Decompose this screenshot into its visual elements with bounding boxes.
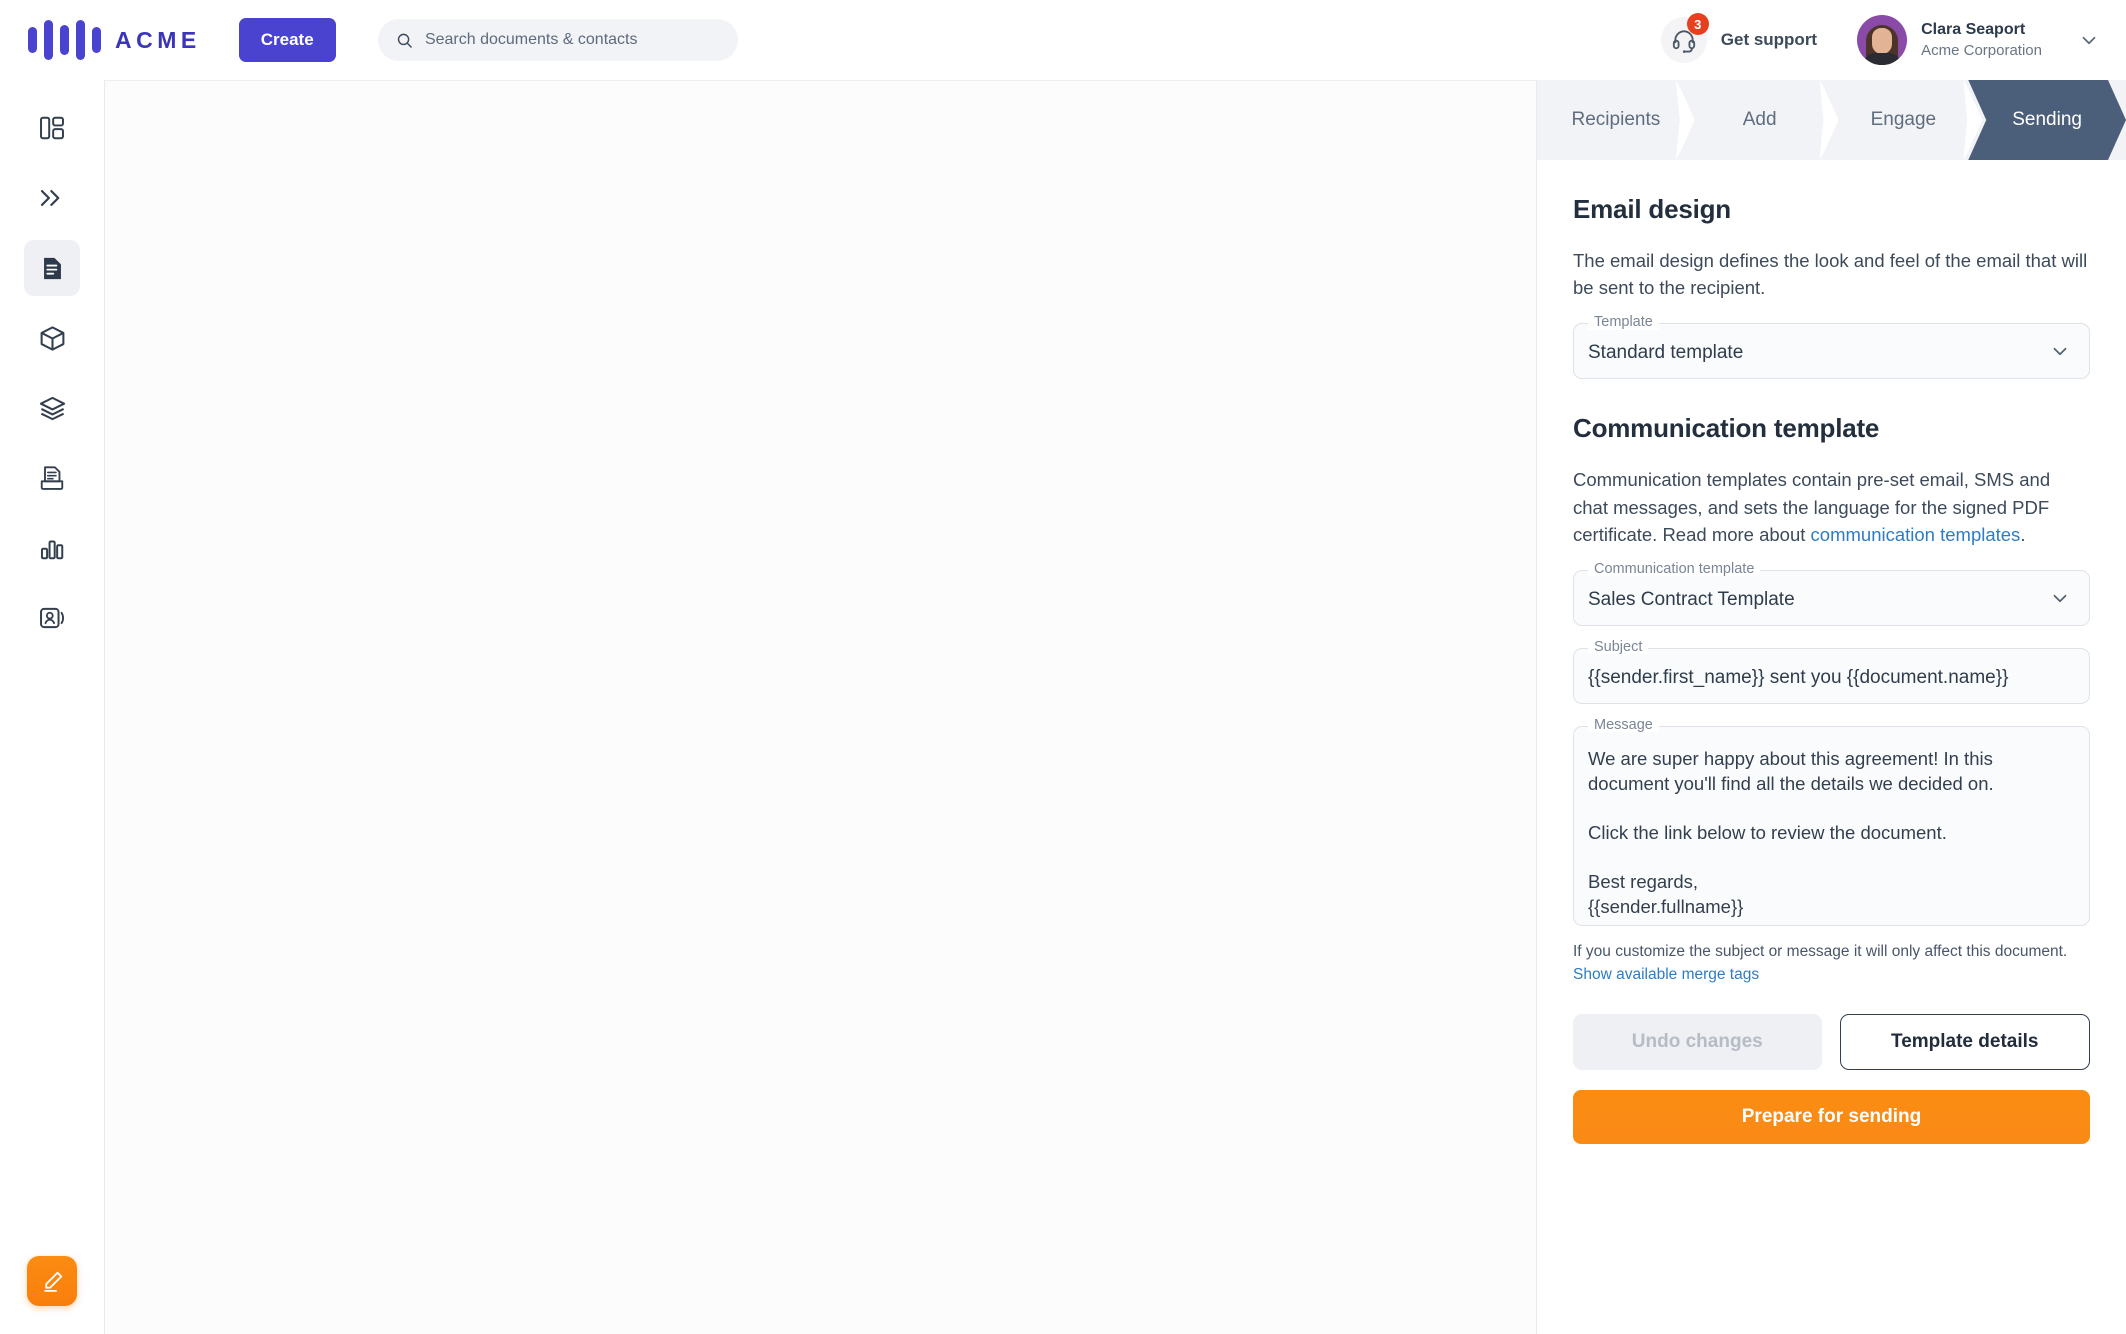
sidebar-item-dashboard[interactable] xyxy=(24,100,80,156)
left-sidebar xyxy=(0,80,105,1334)
sidebar-item-reports[interactable] xyxy=(24,520,80,576)
customize-hint: If you customize the subject or message … xyxy=(1573,940,2090,987)
chevron-down-icon xyxy=(2082,36,2096,45)
step-sending[interactable]: Sending xyxy=(1968,80,2126,160)
contacts-icon xyxy=(40,607,65,629)
template-select-value: Standard template xyxy=(1588,342,1744,364)
chevron-down-icon xyxy=(2053,348,2067,356)
create-button[interactable]: Create xyxy=(238,18,336,62)
document-icon xyxy=(43,257,61,279)
email-design-description: The email design defines the look and fe… xyxy=(1573,250,2088,299)
undo-changes-button[interactable]: Undo changes xyxy=(1573,1014,1822,1071)
step-add-label: Add xyxy=(1742,109,1777,130)
edit-fab-button[interactable] xyxy=(27,1256,77,1306)
layers-icon xyxy=(39,396,65,420)
document-canvas xyxy=(105,80,1536,1334)
subject-field-label: Subject xyxy=(1588,640,1649,655)
dashboard-icon xyxy=(40,116,64,140)
logo-wordmark: ACME xyxy=(115,26,201,53)
prepare-for-sending-button[interactable]: Prepare for sending xyxy=(1573,1090,2090,1145)
message-field[interactable]: Message We are super happy about this ag… xyxy=(1573,718,2090,926)
message-field-value[interactable]: We are super happy about this agreement!… xyxy=(1588,747,2071,919)
secondary-actions: Undo changes Template details xyxy=(1573,1014,2090,1071)
package-box-icon xyxy=(40,325,64,351)
communication-template-select-label: Communication template xyxy=(1588,562,1761,577)
bar-chart-icon xyxy=(40,540,64,560)
pencil-edit-icon xyxy=(43,1271,62,1292)
communication-template-select-value: Sales Contract Template xyxy=(1588,588,1795,610)
sidebar-item-package[interactable] xyxy=(24,310,80,366)
top-bar: ACME Create 3 Get support xyxy=(0,0,2126,80)
subject-field[interactable]: Subject {{sender.first_name}} sent you {… xyxy=(1573,640,2090,704)
step-engage-label: Engage xyxy=(1870,109,1937,130)
user-menu-toggle[interactable] xyxy=(2078,29,2100,51)
sidebar-item-layers[interactable] xyxy=(24,380,80,436)
sending-panel: Recipients Add Engage Sending Email desi… xyxy=(1536,80,2126,1334)
search-icon xyxy=(397,33,412,48)
inbox-icon xyxy=(40,466,64,490)
communication-template-description: Communication templates contain pre-set … xyxy=(1573,466,2090,548)
acme-logo[interactable]: ACME xyxy=(28,18,201,62)
template-details-button[interactable]: Template details xyxy=(1839,1014,2090,1071)
panel-content: Email design The email design defines th… xyxy=(1537,160,2126,1334)
sidebar-item-contacts[interactable] xyxy=(24,590,80,646)
customize-hint-text: If you customize the subject or message … xyxy=(1573,942,2068,960)
communication-templates-link[interactable]: communication templates xyxy=(1811,524,2021,545)
support-badge: 3 xyxy=(1686,13,1709,35)
chevron-down-icon xyxy=(2053,594,2067,603)
communication-template-select[interactable]: Communication template Sales Contract Te… xyxy=(1573,562,2090,626)
support-label: Get support xyxy=(1720,30,1818,49)
step-recipients-label: Recipients xyxy=(1571,109,1661,130)
topbar-right-group: 3 Get support Clara Seaport Acme Corpora… xyxy=(1660,13,2126,65)
search-input[interactable] xyxy=(424,31,720,49)
template-select-label: Template xyxy=(1588,315,1659,330)
avatar xyxy=(1857,15,1908,65)
message-field-label: Message xyxy=(1588,718,1659,733)
sidebar-item-workflow[interactable] xyxy=(24,170,80,226)
support-icon-wrapper: 3 xyxy=(1660,13,1709,63)
step-navigation: Recipients Add Engage Sending xyxy=(1537,80,2126,160)
user-name: Clara Seaport xyxy=(1921,21,2026,39)
user-identity: Clara Seaport Acme Corporation xyxy=(1921,19,2042,61)
step-engage[interactable]: Engage xyxy=(1825,80,1983,160)
user-organization: Acme Corporation xyxy=(1921,41,2042,59)
merge-tags-link[interactable]: Show available merge tags xyxy=(1573,966,1759,983)
user-menu[interactable]: Clara Seaport Acme Corporation xyxy=(1857,15,2100,65)
step-recipients[interactable]: Recipients xyxy=(1537,80,1695,160)
email-design-title: Email design xyxy=(1573,194,1731,224)
get-support-button[interactable]: 3 Get support xyxy=(1660,13,1818,63)
template-select[interactable]: Template Standard template xyxy=(1573,315,2090,380)
step-sending-label: Sending xyxy=(2012,109,2082,130)
ct-desc-after: . xyxy=(2020,523,2026,545)
workflow-chevrons-icon xyxy=(40,190,60,206)
logo-bars-icon xyxy=(28,18,101,62)
communication-template-title: Communication template xyxy=(1573,413,1880,444)
sidebar-item-documents[interactable] xyxy=(24,240,80,296)
step-add[interactable]: Add xyxy=(1681,80,1839,160)
search-box[interactable] xyxy=(377,19,738,61)
subject-field-value[interactable]: {{sender.first_name}} sent you {{documen… xyxy=(1588,667,2069,689)
sidebar-item-inbox[interactable] xyxy=(24,450,80,506)
